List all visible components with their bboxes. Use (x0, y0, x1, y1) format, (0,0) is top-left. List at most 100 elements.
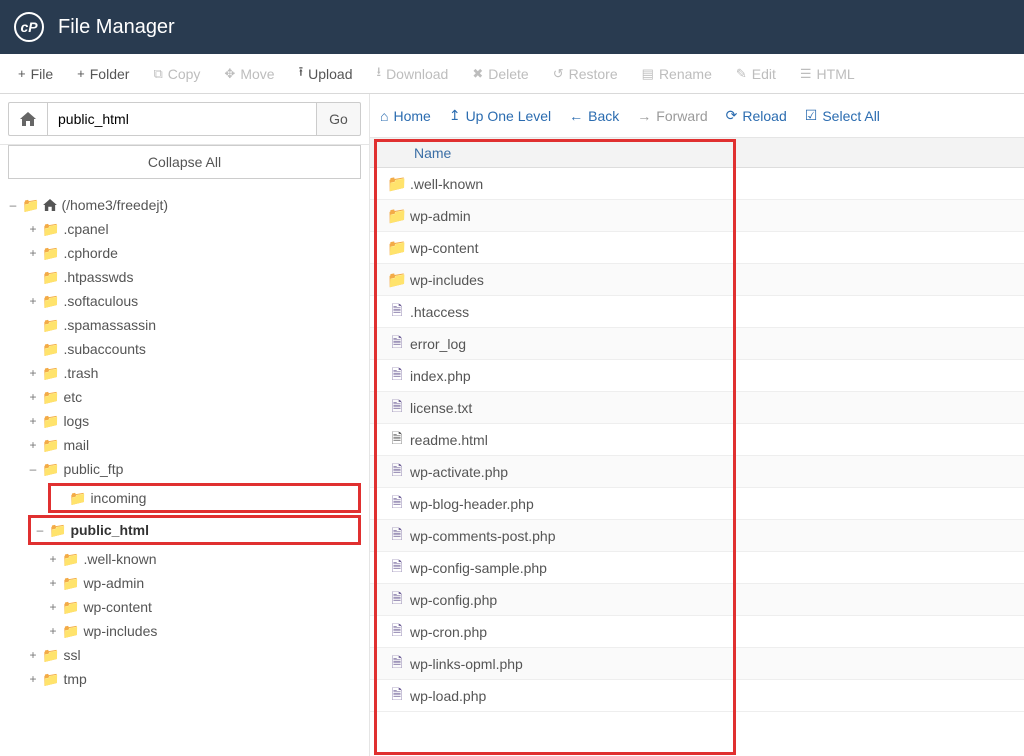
tree-item[interactable]: 📁incoming (55, 486, 354, 510)
file-row[interactable]: 🗎wp-activate.php (370, 456, 1024, 488)
tree-item[interactable]: +📁mail (28, 433, 361, 457)
toggle-icon: + (48, 619, 58, 643)
file-row[interactable]: 🗎license.txt (370, 392, 1024, 424)
nav-label: Up One Level (466, 108, 552, 124)
file-icon: + (18, 66, 26, 81)
tree-item[interactable]: 📁.htpasswds (28, 265, 361, 289)
tree-item[interactable]: +📁.cphorde (28, 241, 361, 265)
file-row[interactable]: 📁.well-known (370, 168, 1024, 200)
file-icon: 🗎 (384, 652, 410, 676)
toolbar-label: Download (386, 66, 448, 82)
tree-item[interactable]: –📁public_html (35, 518, 354, 542)
tree-item[interactable]: 📁.spamassassin (28, 313, 361, 337)
file-name: error_log (410, 336, 466, 352)
file-row[interactable]: 🗎wp-links-opml.php (370, 648, 1024, 680)
file-row[interactable]: 🗎wp-config.php (370, 584, 1024, 616)
toolbar-edit-button: ✎Edit (726, 60, 786, 88)
toolbar-file-button[interactable]: +File (8, 60, 63, 88)
home-icon (20, 112, 36, 126)
nav-select-all-button[interactable]: ☑Select All (805, 107, 880, 124)
tree-item[interactable]: +📁.trash (28, 361, 361, 385)
go-button[interactable]: Go (317, 102, 361, 136)
folder-tree: – 📁 (/home3/freedejt) +📁.cpanel+📁.cphord… (0, 187, 369, 756)
file-row[interactable]: 📁wp-content (370, 232, 1024, 264)
file-row[interactable]: 📁wp-admin (370, 200, 1024, 232)
tree-item[interactable]: –📁public_ftp (28, 457, 361, 481)
toggle-icon: + (28, 241, 38, 265)
nav-back-button[interactable]: ←Back (569, 108, 619, 124)
file-row[interactable]: 🗎index.php (370, 360, 1024, 392)
column-name[interactable]: Name (414, 145, 451, 161)
path-input[interactable] (48, 102, 317, 136)
home-button[interactable] (8, 102, 48, 136)
file-row[interactable]: 🗎wp-comments-post.php (370, 520, 1024, 552)
toolbar-folder-button[interactable]: +Folder (67, 60, 139, 88)
delete-icon: ✖ (472, 66, 483, 82)
file-row[interactable]: 🗎readme.html (370, 424, 1024, 456)
html-file-icon: 🗎 (384, 428, 410, 452)
file-row[interactable]: 🗎wp-config-sample.php (370, 552, 1024, 584)
file-icon: 🗎 (384, 588, 410, 612)
file-row[interactable]: 🗎wp-blog-header.php (370, 488, 1024, 520)
toggle-icon: + (28, 361, 38, 385)
toggle-icon: + (28, 409, 38, 433)
toggle-icon: + (48, 547, 58, 571)
toolbar-label: Folder (90, 66, 130, 82)
tree-item[interactable]: +📁logs (28, 409, 361, 433)
folder-icon: 📁 (22, 193, 39, 217)
list-header: Name (370, 138, 1024, 168)
toggle-icon: + (48, 571, 58, 595)
tree-item[interactable]: +📁.softaculous (28, 289, 361, 313)
highlight-box: 📁incoming (48, 483, 361, 513)
toolbar-rename-button: ▤Rename (632, 60, 722, 88)
file-row[interactable]: 🗎wp-cron.php (370, 616, 1024, 648)
tree-item[interactable]: +📁wp-content (48, 595, 361, 619)
toolbar-upload-button[interactable]: ⭱Upload (289, 57, 363, 91)
toolbar-move-button: ✥Move (214, 60, 284, 88)
file-row[interactable]: 🗎.htaccess (370, 296, 1024, 328)
tree-item[interactable]: +📁.well-known (48, 547, 361, 571)
tree-item[interactable]: +📁etc (28, 385, 361, 409)
tree-item-label: etc (63, 385, 82, 409)
toolbar-copy-button: ⧉Copy (143, 60, 210, 88)
tree-item[interactable]: +📁wp-admin (48, 571, 361, 595)
tree-item[interactable]: +📁wp-includes (48, 619, 361, 643)
nav-forward-button[interactable]: →Forward (637, 108, 707, 124)
edit-icon: ✎ (736, 66, 747, 82)
tree-root[interactable]: – 📁 (/home3/freedejt) (8, 193, 361, 217)
file-row[interactable]: 📁wp-includes (370, 264, 1024, 296)
file-name: wp-links-opml.php (410, 656, 523, 672)
tree-item[interactable]: 📁.subaccounts (28, 337, 361, 361)
nav-up-one-level-button[interactable]: ↥ Up One Level (449, 107, 551, 124)
file-row[interactable]: 🗎error_log (370, 328, 1024, 360)
file-name: wp-cron.php (410, 624, 487, 640)
nav-label: Forward (656, 108, 707, 124)
folder-icon: 📁 (42, 409, 59, 433)
tree-item[interactable]: +📁tmp (28, 667, 361, 691)
toolbar-label: Restore (569, 66, 618, 82)
file-icon: 🗎 (384, 364, 410, 388)
tree-item-label: .subaccounts (63, 337, 146, 361)
toolbar-label: Delete (488, 66, 528, 82)
folder-icon: 📁 (42, 289, 59, 313)
tree-item-label: incoming (90, 486, 146, 510)
file-icon: 🗎 (384, 460, 410, 484)
tree-item[interactable]: +📁.cpanel (28, 217, 361, 241)
tree-item-label: public_html (70, 518, 149, 542)
folder-icon: 📁 (42, 667, 59, 691)
nav-reload-button[interactable]: ⟳Reload (726, 107, 787, 124)
home-icon (43, 199, 57, 211)
file-row[interactable]: 🗎wp-load.php (370, 680, 1024, 712)
folder-icon: 📁 (62, 595, 79, 619)
tree-item[interactable]: +📁ssl (28, 643, 361, 667)
nav-label: Back (588, 108, 619, 124)
file-name: readme.html (410, 432, 488, 448)
nav-home-button[interactable]: ⌂Home (380, 108, 431, 124)
tree-item-label: wp-includes (83, 619, 157, 643)
file-name: wp-activate.php (410, 464, 508, 480)
folder-icon: 📁 (42, 337, 59, 361)
collapse-all-button[interactable]: Collapse All (8, 145, 361, 179)
file-name: wp-load.php (410, 688, 486, 704)
nav-label: Reload (742, 108, 786, 124)
up-one-level-icon: ↥ (449, 107, 461, 124)
